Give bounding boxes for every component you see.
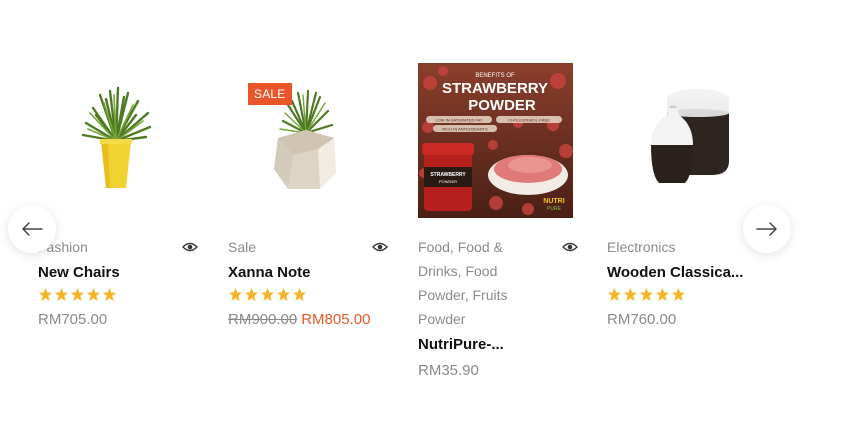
image-text: CHOLESTEROL-FREE (508, 118, 550, 123)
image-text: POWDER (439, 179, 457, 184)
product-price: RM760.00 (607, 311, 677, 328)
yellow-pot-plant-image (81, 86, 152, 188)
star-icon (671, 287, 686, 302)
star-icon (86, 287, 101, 302)
strawberry-powder-image: BENEFITS OF STRAWBERRY POWDER LOW IN SAT… (418, 63, 573, 218)
arrow-right-icon (756, 222, 777, 236)
category-line: Drinks, Food (418, 263, 498, 279)
product-carousel: Fashion New Chairs RM705.00 SALE Sale Xa… (0, 0, 845, 425)
product-title[interactable]: Wooden Classica... (607, 262, 757, 284)
star-rating (38, 287, 198, 305)
vase-set-image (651, 89, 729, 183)
image-text: LOW IN SATURATED FAT (435, 118, 483, 123)
category-line: Powder (418, 311, 466, 327)
carousel-prev-button[interactable] (8, 205, 56, 253)
product-title[interactable]: New Chairs (38, 262, 188, 284)
arrow-left-icon (22, 222, 43, 236)
category-line: Food, Food & (418, 239, 503, 255)
image-text: BENEFITS OF (475, 73, 515, 79)
old-price: RM900.00 (228, 311, 298, 328)
product-card[interactable]: Fashion New Chairs RM705.00 (38, 63, 198, 328)
eye-icon[interactable] (182, 240, 198, 254)
star-icon (70, 287, 85, 302)
sale-price: RM805.00 (301, 311, 371, 328)
star-icon (244, 287, 259, 302)
eye-icon[interactable] (372, 240, 388, 254)
product-category[interactable]: Food, Food & Drinks, Food Powder, Fruits… (418, 235, 543, 331)
product-title[interactable]: NutriPure-... (418, 334, 568, 356)
product-image[interactable]: BENEFITS OF STRAWBERRY POWDER LOW IN SAT… (418, 63, 573, 218)
carousel-next-button[interactable] (743, 205, 791, 253)
image-text: STRAWBERRY (430, 172, 466, 178)
product-price: RM35.90 (418, 362, 479, 379)
star-icon (655, 287, 670, 302)
star-icon (623, 287, 638, 302)
product-image[interactable] (38, 63, 193, 218)
product-category[interactable]: Electronics (607, 235, 732, 259)
star-icon (228, 287, 243, 302)
star-icon (607, 287, 622, 302)
product-category[interactable]: Fashion (38, 235, 163, 259)
star-icon (639, 287, 654, 302)
image-text: STRAWBERRY (442, 80, 548, 97)
sale-badge: SALE (248, 83, 292, 105)
image-text: NUTRI (543, 198, 564, 205)
star-icon (54, 287, 69, 302)
star-icon (292, 287, 307, 302)
star-icon (38, 287, 53, 302)
product-price: RM900.00 RM805.00 (228, 311, 388, 328)
product-image[interactable]: SALE (228, 63, 383, 218)
image-text: RICH IN ANTIOXIDANTS (442, 127, 488, 132)
star-rating (607, 287, 767, 305)
product-card[interactable]: BENEFITS OF STRAWBERRY POWDER LOW IN SAT… (418, 63, 578, 379)
star-icon (260, 287, 275, 302)
star-icon (102, 287, 117, 302)
product-card[interactable]: Electronics Wooden Classica... RM760.00 (607, 63, 767, 328)
image-text: PURE (547, 206, 562, 212)
product-price: RM705.00 (38, 311, 108, 328)
product-card[interactable]: SALE Sale Xanna Note RM900.00 RM805.00 (228, 63, 388, 328)
product-image[interactable] (607, 63, 762, 218)
eye-icon[interactable] (562, 240, 578, 254)
star-icon (276, 287, 291, 302)
product-category[interactable]: Sale (228, 235, 353, 259)
product-title[interactable]: Xanna Note (228, 262, 378, 284)
image-text: POWDER (468, 97, 536, 114)
category-line: Powder, Fruits (418, 287, 508, 303)
star-rating (228, 287, 388, 305)
